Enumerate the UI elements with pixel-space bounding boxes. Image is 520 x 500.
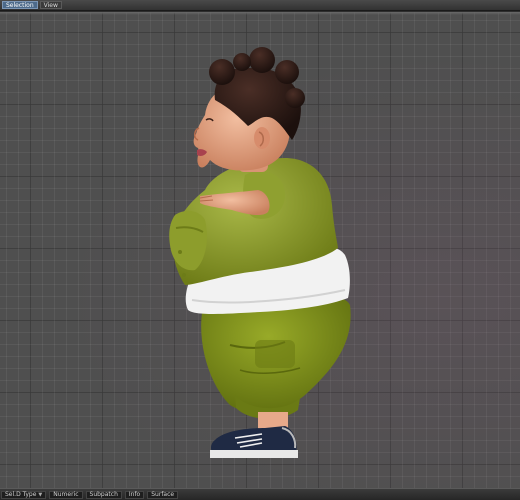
shoe xyxy=(211,426,297,452)
surface-button[interactable]: Surface xyxy=(147,490,179,499)
top-toolbar: Selection View xyxy=(0,0,520,11)
viewport-top-edge xyxy=(0,12,520,15)
numeric-button[interactable]: Numeric xyxy=(49,490,83,499)
bottom-statusbar: Sel.D Type ▼ Numeric Subpatch Info Surfa… xyxy=(0,488,520,500)
tab-view[interactable]: View xyxy=(39,1,62,9)
info-button[interactable]: Info xyxy=(124,490,145,499)
3d-viewport[interactable] xyxy=(0,12,520,488)
subpatch-button[interactable]: Subpatch xyxy=(85,490,122,499)
tab-selection[interactable]: Selection xyxy=(2,1,38,9)
selection-type-label: Sel.D Type xyxy=(5,490,37,498)
chevron-down-icon: ▼ xyxy=(38,491,43,498)
selection-type-dropdown[interactable]: Sel.D Type ▼ xyxy=(1,490,47,499)
character-model xyxy=(169,47,351,458)
